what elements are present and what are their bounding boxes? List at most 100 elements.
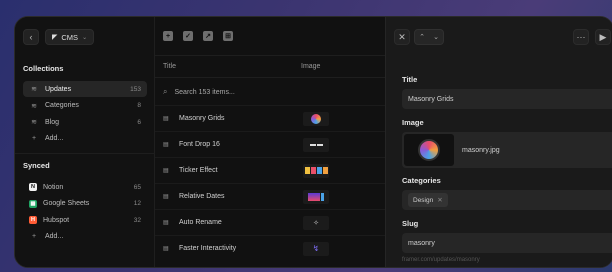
item-count: 6	[137, 118, 141, 126]
document-icon: ▤	[163, 220, 169, 226]
notion-icon: N	[29, 183, 37, 191]
sidebar-item-google-sheets[interactable]: ▦ Google Sheets 12	[23, 196, 147, 212]
item-count: 32	[133, 216, 141, 224]
table-row[interactable]: ▤ Auto Rename ✧	[155, 209, 385, 235]
chevron-left-icon: ‹	[29, 32, 33, 42]
row-thumbnail	[303, 163, 329, 178]
category-tag[interactable]: Design ✕	[408, 193, 448, 207]
sidebar-item-label: Hubspot	[43, 216, 70, 224]
hubspot-icon: H	[29, 216, 37, 224]
stack-icon: ≋	[31, 86, 37, 93]
row-title: Auto Rename	[179, 219, 222, 226]
more-icon: ···	[576, 32, 586, 42]
image-field[interactable]: masonry.jpg	[402, 132, 612, 168]
remove-tag-icon[interactable]: ✕	[437, 196, 442, 204]
add-label: Add...	[45, 135, 64, 142]
sidebar-item-updates[interactable]: ≋ Updates 153	[23, 81, 147, 97]
detail-panel: ✕ ⌃ ⌄ ··· ▶ Title Masonry Grids Image ma…	[385, 17, 612, 267]
item-count: 153	[130, 85, 141, 93]
sidebar-item-label: Google Sheets	[43, 200, 90, 207]
cms-dropdown[interactable]: ◤ CMS ⌄	[45, 29, 95, 45]
plus-icon: +	[31, 233, 37, 240]
slug-input[interactable]: masonry	[402, 233, 612, 253]
play-icon: ▶	[599, 31, 607, 42]
stack-icon: ≋	[31, 119, 37, 126]
row-thumbnail: ✧	[303, 215, 329, 230]
framer-logo-icon: ◤	[52, 34, 58, 41]
row-title: Font Drop 16	[179, 141, 220, 148]
document-icon: ▤	[163, 168, 169, 174]
plus-icon: +	[31, 135, 37, 142]
items-table: + ✓ ↗ ⊞ Title Image ⌕ Search 153 items..…	[155, 17, 385, 267]
row-title: Faster Interactivity	[179, 245, 237, 252]
add-item-icon[interactable]: +	[163, 31, 173, 41]
sidebar-item-hubspot[interactable]: H Hubspot 32	[23, 212, 147, 228]
grid-icon[interactable]: ⊞	[223, 31, 233, 41]
search-input[interactable]: Search 153 items...	[174, 89, 234, 96]
synced-title: Synced	[23, 161, 50, 170]
image-filename: masonry.jpg	[462, 146, 500, 154]
image-field-label: Image	[402, 118, 424, 127]
row-title: Ticker Effect	[179, 167, 218, 174]
row-thumbnail	[303, 137, 329, 152]
document-icon: ▤	[163, 142, 169, 148]
toolbar-divider	[155, 55, 385, 56]
table-toolbar: + ✓ ↗ ⊞	[163, 31, 233, 41]
sidebar-item-label: Blog	[45, 118, 60, 126]
item-count: 12	[133, 200, 141, 207]
column-header-image[interactable]: Image	[301, 63, 320, 70]
item-navigation[interactable]: ⌃ ⌄	[414, 29, 444, 45]
search-row[interactable]: ⌕ Search 153 items...	[163, 87, 235, 97]
row-title: Relative Dates	[179, 193, 225, 200]
back-button[interactable]: ‹	[23, 29, 39, 45]
row-thumbnail: ↯	[303, 241, 329, 256]
row-thumbnail	[303, 189, 329, 204]
play-button[interactable]: ▶	[595, 29, 611, 45]
table-row[interactable]: ▤ Font Drop 16	[155, 131, 385, 157]
sidebar-topbar: ‹ ◤ CMS ⌄	[23, 29, 95, 45]
search-icon: ⌕	[163, 87, 168, 96]
table-row[interactable]: ▤ Relative Dates	[155, 183, 385, 209]
detail-topbar: ✕ ⌃ ⌄	[394, 29, 444, 45]
checkbox-icon[interactable]: ✓	[183, 31, 193, 41]
chevron-down-icon[interactable]: ⌄	[433, 33, 439, 41]
sidebar: ‹ ◤ CMS ⌄ Collections ≋ Updates 153 ≋ Ca…	[15, 17, 155, 267]
sidebar-item-blog[interactable]: ≋ Blog 6	[23, 114, 147, 130]
categories-field[interactable]: Design ✕	[402, 190, 612, 210]
sidebar-divider	[15, 153, 155, 154]
row-thumbnail	[303, 111, 329, 126]
sidebar-item-categories[interactable]: ≋ Categories 8	[23, 98, 147, 114]
document-icon: ▤	[163, 194, 169, 200]
categories-field-label: Categories	[402, 176, 441, 185]
item-count: 8	[137, 102, 141, 109]
sidebar-item-notion[interactable]: N Notion 65	[23, 179, 147, 195]
item-count: 65	[133, 183, 141, 191]
sidebar-item-label: Updates	[45, 85, 72, 93]
collections-list: ≋ Updates 153 ≋ Categories 8 ≋ Blog 6 + …	[23, 81, 147, 147]
close-button[interactable]: ✕	[394, 29, 410, 45]
cms-window: ‹ ◤ CMS ⌄ Collections ≋ Updates 153 ≋ Ca…	[14, 16, 612, 268]
table-row[interactable]: ▤ Faster Interactivity ↯	[155, 235, 385, 261]
cms-label: CMS	[61, 32, 79, 42]
add-synced-button[interactable]: + Add...	[23, 229, 147, 245]
more-button[interactable]: ···	[573, 29, 589, 45]
collections-title: Collections	[23, 64, 64, 73]
image-thumbnail	[418, 139, 440, 161]
image-preview	[404, 134, 454, 166]
open-external-icon[interactable]: ↗	[203, 31, 213, 41]
chevron-up-icon[interactable]: ⌃	[419, 33, 425, 41]
table-row[interactable]: ▤ Ticker Effect	[155, 157, 385, 183]
sidebar-item-label: Categories	[45, 102, 79, 109]
column-header-title[interactable]: Title	[163, 63, 176, 70]
title-field-label: Title	[402, 75, 418, 84]
detail-actions: ··· ▶	[573, 29, 611, 45]
title-input[interactable]: Masonry Grids	[402, 89, 612, 109]
add-collection-button[interactable]: + Add...	[23, 131, 147, 147]
synced-list: N Notion 65 ▦ Google Sheets 12 H Hubspot…	[23, 179, 147, 245]
row-title: Masonry Grids	[179, 115, 225, 122]
add-label: Add...	[45, 233, 64, 240]
table-row[interactable]: ▤ Masonry Grids	[155, 105, 385, 131]
slug-url: framer.com/updates/masonry	[402, 257, 480, 263]
document-icon: ▤	[163, 246, 169, 252]
header-divider	[155, 77, 385, 78]
